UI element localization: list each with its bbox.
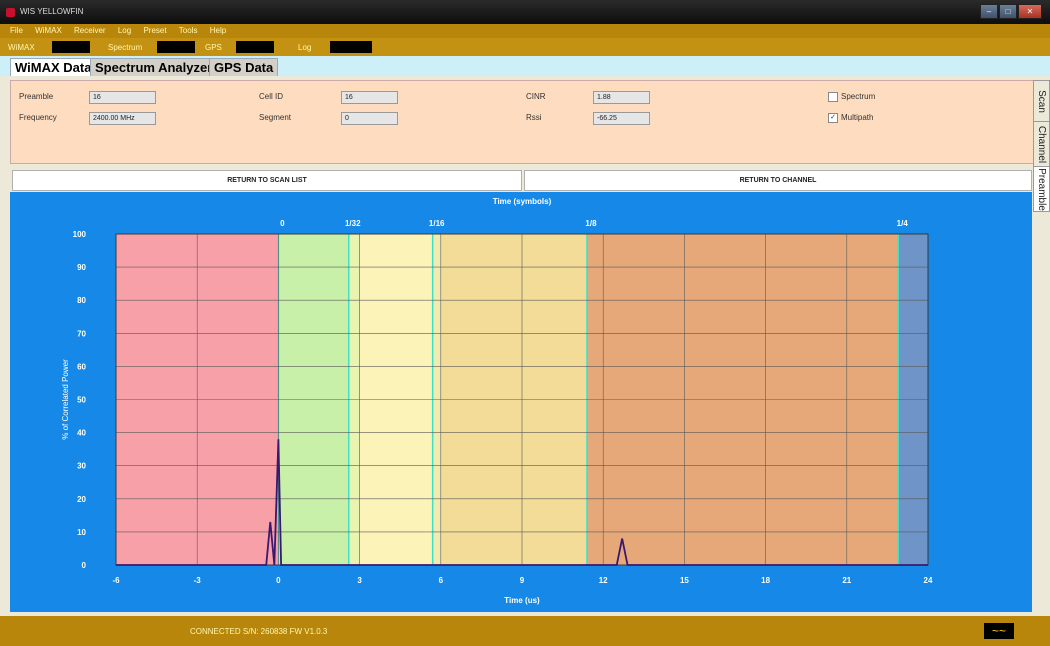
tab-wimax-data[interactable]: WiMAX Data <box>10 58 97 77</box>
y-axis-label: % of Correlated Power <box>61 359 70 440</box>
menu-bar: File WiMAX Receiver Log Preset Tools Hel… <box>0 24 1050 38</box>
side-tab-preamble-label: Preamble <box>1036 167 1047 211</box>
wimax-status-indicator <box>52 41 90 53</box>
multipath-checkbox[interactable]: ✓ <box>828 113 838 123</box>
return-to-channel-button[interactable]: RETURN TO CHANNEL <box>524 170 1032 191</box>
multipath-checkbox-label: Multipath <box>841 113 874 122</box>
top-tick-label-2: 1/16 <box>429 219 445 228</box>
log-status-indicator <box>330 41 372 53</box>
segment-label: Segment <box>259 113 292 122</box>
connection-status: CONNECTED S/N: 260838 FW V1.0.3 <box>190 627 328 636</box>
spectrum-status-indicator <box>157 41 195 53</box>
y-tick-label-3: 30 <box>77 462 86 471</box>
y-tick-label-6: 60 <box>77 362 86 371</box>
tab-gps-data[interactable]: GPS Data <box>209 58 279 77</box>
menu-receiver[interactable]: Receiver <box>74 24 106 38</box>
yellowfin-logo-icon: ~~ <box>984 623 1014 639</box>
x-tick-label-9: 21 <box>842 576 851 585</box>
wimax-status-label: WiMAX <box>8 43 35 52</box>
side-tab-preamble[interactable]: Preamble <box>1033 166 1050 212</box>
x-tick-label-10: 24 <box>924 576 933 585</box>
spectrum-checkbox-label: Spectrum <box>841 92 876 101</box>
menu-tools[interactable]: Tools <box>179 24 198 38</box>
preamble-field: 16 <box>89 91 156 104</box>
side-tabs: Scan Channel Preamble <box>1033 80 1050 212</box>
window-title: WIS YELLOWFIN <box>20 7 84 16</box>
x-tick-label-3: 3 <box>357 576 362 585</box>
y-tick-label-5: 50 <box>77 396 86 405</box>
cell-id-field: 16 <box>341 91 398 104</box>
preamble-label: Preamble <box>19 92 54 101</box>
cell-id-label: Cell ID <box>259 92 284 101</box>
cinr-label: CINR <box>526 92 546 101</box>
tab-strip: WiMAX Data Spectrum Analyzer GPS Data <box>0 56 1050 77</box>
x-tick-label-0: -6 <box>112 576 120 585</box>
window-controls: – □ ✕ <box>980 4 1042 19</box>
status-strip: WiMAX Spectrum GPS Log <box>0 38 1050 56</box>
y-tick-label-8: 80 <box>77 296 86 305</box>
footer-bar: CONNECTED S/N: 260838 FW V1.0.3 ~~ <box>0 616 1050 646</box>
gps-status-indicator <box>236 41 274 53</box>
frequency-field: 2400.00 MHz <box>89 112 156 125</box>
return-to-scan-list-button[interactable]: RETURN TO SCAN LIST <box>12 170 522 191</box>
side-tab-scan[interactable]: Scan <box>1033 80 1050 122</box>
y-tick-label-0: 0 <box>82 561 87 570</box>
cinr-field: 1.88 <box>593 91 650 104</box>
minimize-icon[interactable]: – <box>980 4 998 19</box>
close-icon[interactable]: ✕ <box>1018 4 1042 19</box>
spectrum-checkbox[interactable] <box>828 92 838 102</box>
side-tab-channel[interactable]: Channel <box>1033 121 1050 167</box>
x-tick-label-4: 6 <box>439 576 444 585</box>
x-tick-label-8: 18 <box>761 576 770 585</box>
info-panel: Preamble 16 Frequency 2400.00 MHz Cell I… <box>10 80 1034 164</box>
gps-status-label: GPS <box>205 43 222 52</box>
rssi-field: -66.25 <box>593 112 650 125</box>
title-bar: WIS YELLOWFIN – □ ✕ <box>0 0 1050 24</box>
log-status-label: Log <box>298 43 312 52</box>
app-icon <box>6 8 15 17</box>
x-tick-label-1: -3 <box>194 576 202 585</box>
menu-preset[interactable]: Preset <box>143 24 166 38</box>
spectrum-status-label: Spectrum <box>108 43 143 52</box>
menu-file[interactable]: File <box>10 24 23 38</box>
top-tick-label-0: 0 <box>280 219 285 228</box>
x-tick-label-7: 15 <box>680 576 689 585</box>
x-tick-label-2: 0 <box>276 576 281 585</box>
chart-area: 0 10 20 30 40 50 60 70 80 90 100 -6 -3 0 3 6 9 12 15 18 21 24… <box>10 192 1032 612</box>
multipath-chart: 0 10 20 30 40 50 60 70 80 90 100 -6 -3 0 3 6 9 12 15 18 21 24… <box>61 197 933 605</box>
x-tick-label-6: 12 <box>599 576 608 585</box>
segment-field: 0 <box>341 112 398 125</box>
menu-help[interactable]: Help <box>210 24 226 38</box>
rssi-label: Rssi <box>526 113 542 122</box>
side-tab-channel-label: Channel <box>1036 125 1048 163</box>
y-tick-label-1: 10 <box>77 528 86 537</box>
y-tick-label-7: 70 <box>77 329 86 338</box>
x-axis-label: Time (us) <box>504 596 540 605</box>
frequency-label: Frequency <box>19 113 57 122</box>
menu-log[interactable]: Log <box>118 24 131 38</box>
menu-wimax[interactable]: WiMAX <box>35 24 62 38</box>
top-tick-label-1: 1/32 <box>345 219 361 228</box>
y-tick-label-9: 90 <box>77 263 86 272</box>
y-tick-label-2: 20 <box>77 495 86 504</box>
side-tab-scan-label: Scan <box>1036 89 1048 113</box>
top-tick-label-3: 1/8 <box>585 219 597 228</box>
x-tick-label-5: 9 <box>520 576 525 585</box>
chart-title: Time (symbols) <box>493 197 552 206</box>
y-tick-label-4: 40 <box>77 429 86 438</box>
maximize-icon[interactable]: □ <box>999 4 1017 19</box>
top-tick-label-4: 1/4 <box>897 219 909 228</box>
tab-spectrum-analyzer[interactable]: Spectrum Analyzer <box>90 58 218 77</box>
y-tick-label-10: 100 <box>73 230 87 239</box>
